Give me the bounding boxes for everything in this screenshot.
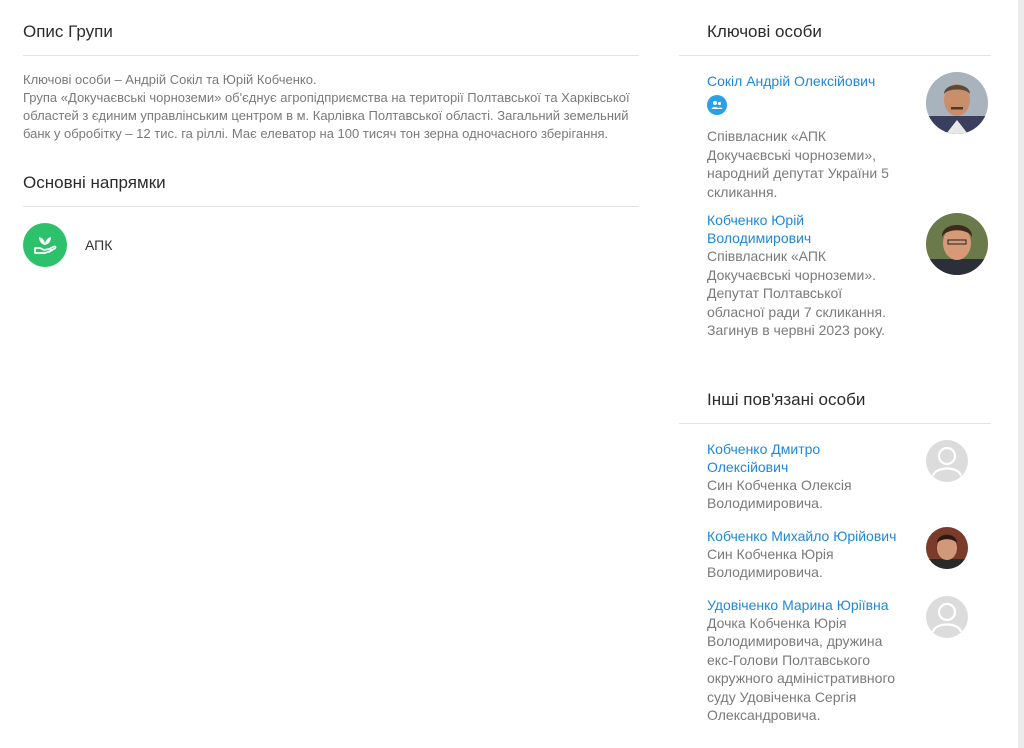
person-description: Син Кобченка Олексія Володимировича. <box>707 476 852 512</box>
related-person-card: Кобченко Дмитро Олексійович Син Кобченка… <box>679 439 991 513</box>
directions-title: Основні напрямки <box>23 151 639 207</box>
group-main-column: Опис Групи Ключові особи – Андрій Сокіл … <box>23 0 639 267</box>
person-name-link[interactable]: Кобченко Юрій Володимирович <box>707 211 901 247</box>
persons-column: Ключові особи Сокіл Андрій Олексійович С… <box>679 0 991 725</box>
description-title: Опис Групи <box>23 0 639 56</box>
person-name-link[interactable]: Удовіченко Марина Юріївна <box>707 596 901 614</box>
key-persons-title: Ключові особи <box>679 0 991 56</box>
people-icon[interactable] <box>707 95 727 115</box>
direction-label: АПК <box>85 237 113 253</box>
person-description: Співвласник «АПК Докучаєвські чорноземи»… <box>707 248 886 338</box>
plant-in-hand-icon <box>23 223 67 267</box>
description-line: Ключові особи – Андрій Сокіл та Юрій Коб… <box>23 72 317 87</box>
related-person-card: Кобченко Михайло Юрійович Син Кобченка Ю… <box>679 526 991 582</box>
related-person-card: Удовіченко Марина Юріївна Дочка Кобченка… <box>679 595 991 725</box>
person-description: Дочка Кобченка Юрія Володимировича, друж… <box>707 614 896 724</box>
avatar-placeholder-icon[interactable] <box>926 595 968 638</box>
page-scrollbar[interactable] <box>1018 0 1024 748</box>
avatar[interactable] <box>926 526 968 569</box>
group-description: Ключові особи – Андрій Сокіл та Юрій Коб… <box>23 71 639 143</box>
person-description: Син Кобченка Юрія Володимировича. <box>707 545 834 581</box>
direction-item[interactable]: АПК <box>23 223 639 267</box>
key-person-card: Сокіл Андрій Олексійович Співвласник «АП… <box>679 72 991 201</box>
key-person-card: Кобченко Юрій Володимирович Співвласник … <box>679 211 991 340</box>
related-persons-title: Інші пов'язані особи <box>679 368 991 424</box>
description-line: Група «Докучаєвські чорноземи» об'єднує … <box>23 90 630 141</box>
person-name-link[interactable]: Сокіл Андрій Олексійович <box>707 72 901 90</box>
directions-section: Основні напрямки АПК <box>23 151 639 267</box>
avatar[interactable] <box>926 72 988 134</box>
avatar-placeholder-icon[interactable] <box>926 439 968 482</box>
avatar[interactable] <box>926 213 988 275</box>
person-description: Співвласник «АПК Докучаєвські чорноземи»… <box>707 128 889 200</box>
person-name-link[interactable]: Кобченко Дмитро Олексійович <box>707 440 901 476</box>
person-name-link[interactable]: Кобченко Михайло Юрійович <box>707 527 901 545</box>
